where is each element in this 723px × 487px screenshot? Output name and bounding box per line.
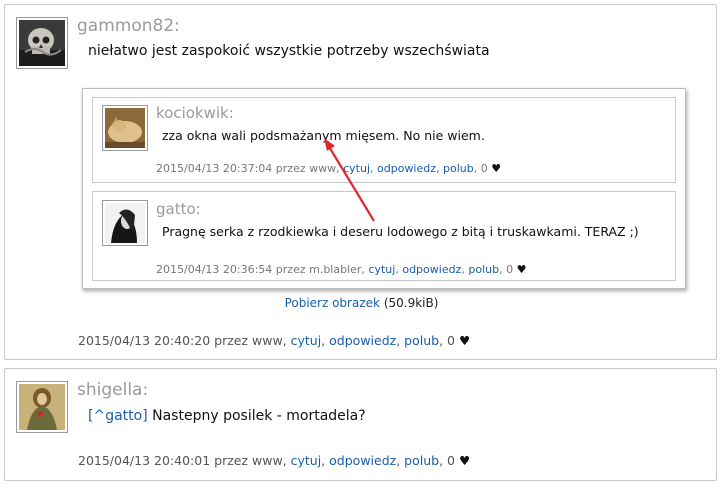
- author-name: kociokwik:: [156, 104, 234, 122]
- comment-meta: 2015/04/13 20:40:20 przez www, cytuj, od…: [78, 333, 471, 348]
- author-name[interactable]: gammon82:: [77, 16, 180, 36]
- portrait-avatar-image: [105, 203, 145, 243]
- heart-icon: ♥: [491, 162, 502, 175]
- comment-meta: 2015/04/13 20:37:04 przez www, cytuj, od…: [156, 162, 502, 175]
- quote-link: cytuj: [368, 263, 396, 276]
- painting-avatar-image: [19, 384, 65, 430]
- avatar: [102, 200, 148, 246]
- heart-icon: ♥: [516, 263, 527, 276]
- comment-text: Pragnę serka z rzodkiewka i deseru lodow…: [162, 224, 639, 239]
- cat-avatar-image: [105, 108, 145, 148]
- reply-link[interactable]: odpowiedz: [329, 453, 396, 468]
- comment-post: gammon82: niełatwo jest zaspokoić wszyst…: [4, 4, 717, 360]
- heart-icon: ♥: [458, 453, 471, 468]
- embedded-comment: gatto: Pragnę serka z rzodkiewka i deser…: [92, 191, 676, 281]
- quote-link[interactable]: cytuj: [291, 453, 322, 468]
- embedded-comment: kociokwik: zza okna wali podsmażanym mię…: [92, 97, 676, 183]
- comment-meta: 2015/04/13 20:40:01 przez www, cytuj, od…: [78, 453, 471, 468]
- timestamp-author: 2015/04/13 20:40:01 przez www,: [78, 453, 291, 468]
- heart-icon: ♥: [458, 333, 471, 348]
- image-caption: Pobierz obrazek (50.9kiB): [5, 296, 718, 310]
- avatar: [102, 105, 148, 151]
- avatar[interactable]: [16, 381, 68, 433]
- like-link: polub: [443, 162, 474, 175]
- avatar[interactable]: [16, 17, 68, 69]
- like-link[interactable]: polub: [404, 453, 439, 468]
- mention-link[interactable]: [^gatto]: [88, 408, 148, 424]
- embedded-screenshot[interactable]: kociokwik: zza okna wali podsmażanym mię…: [82, 88, 686, 289]
- like-count: 0: [447, 453, 455, 468]
- timestamp-author: 2015/04/13 20:40:20 przez www,: [78, 333, 291, 348]
- like-link[interactable]: polub: [404, 333, 439, 348]
- comment-meta: 2015/04/13 20:36:54 przez m.blabler, cyt…: [156, 263, 527, 276]
- quote-link: cytuj: [343, 162, 371, 175]
- download-image-link[interactable]: Pobierz obrazek: [285, 296, 380, 310]
- comment-text: zza okna wali podsmażanym mięsem. No nie…: [162, 128, 485, 143]
- comment-text: [^gatto] Nastepny posilek - mortadela?: [88, 408, 366, 424]
- reply-link: odpowiedz: [377, 162, 437, 175]
- like-count: 0: [506, 263, 514, 276]
- reply-link[interactable]: odpowiedz: [329, 333, 396, 348]
- skull-avatar-image: [19, 20, 65, 66]
- comment-text: niełatwo jest zaspokoić wszystkie potrze…: [88, 43, 490, 59]
- author-name: gatto:: [156, 200, 201, 218]
- comment-body: Nastepny posilek - mortadela?: [152, 408, 366, 424]
- like-link: polub: [468, 263, 500, 276]
- like-count: 0: [447, 333, 455, 348]
- comment-post: shigella: [^gatto] Nastepny posilek - mo…: [4, 368, 717, 481]
- timestamp-author: 2015/04/13 20:36:54 przez m.blabler,: [156, 263, 369, 276]
- author-name[interactable]: shigella:: [77, 380, 148, 400]
- quote-link[interactable]: cytuj: [291, 333, 322, 348]
- file-size: (50.9kiB): [383, 296, 439, 310]
- like-count: 0: [480, 162, 488, 175]
- timestamp-author: 2015/04/13 20:37:04 przez www,: [156, 162, 344, 175]
- reply-link: odpowiedz: [402, 263, 462, 276]
